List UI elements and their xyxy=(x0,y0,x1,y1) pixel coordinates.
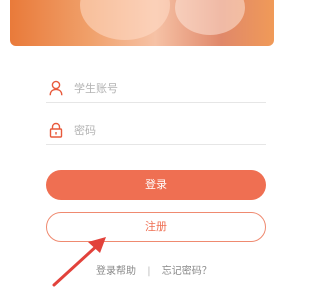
banner-decoration xyxy=(80,0,170,40)
help-links: 登录帮助 | 忘记密码？ xyxy=(96,262,212,277)
username-field[interactable] xyxy=(46,74,266,103)
lock-icon xyxy=(49,122,63,138)
password-input[interactable] xyxy=(74,120,260,140)
user-icon xyxy=(49,80,63,96)
banner-decoration xyxy=(175,0,245,35)
login-button[interactable]: 登录 xyxy=(46,170,266,200)
username-input[interactable] xyxy=(74,78,260,98)
forgot-password-link[interactable]: 忘记密码？ xyxy=(162,262,212,277)
header-banner-image xyxy=(10,0,274,46)
link-separator: | xyxy=(147,266,151,277)
password-field[interactable] xyxy=(46,116,266,145)
login-help-link[interactable]: 登录帮助 xyxy=(96,262,136,277)
register-button[interactable]: 注册 xyxy=(46,212,266,242)
